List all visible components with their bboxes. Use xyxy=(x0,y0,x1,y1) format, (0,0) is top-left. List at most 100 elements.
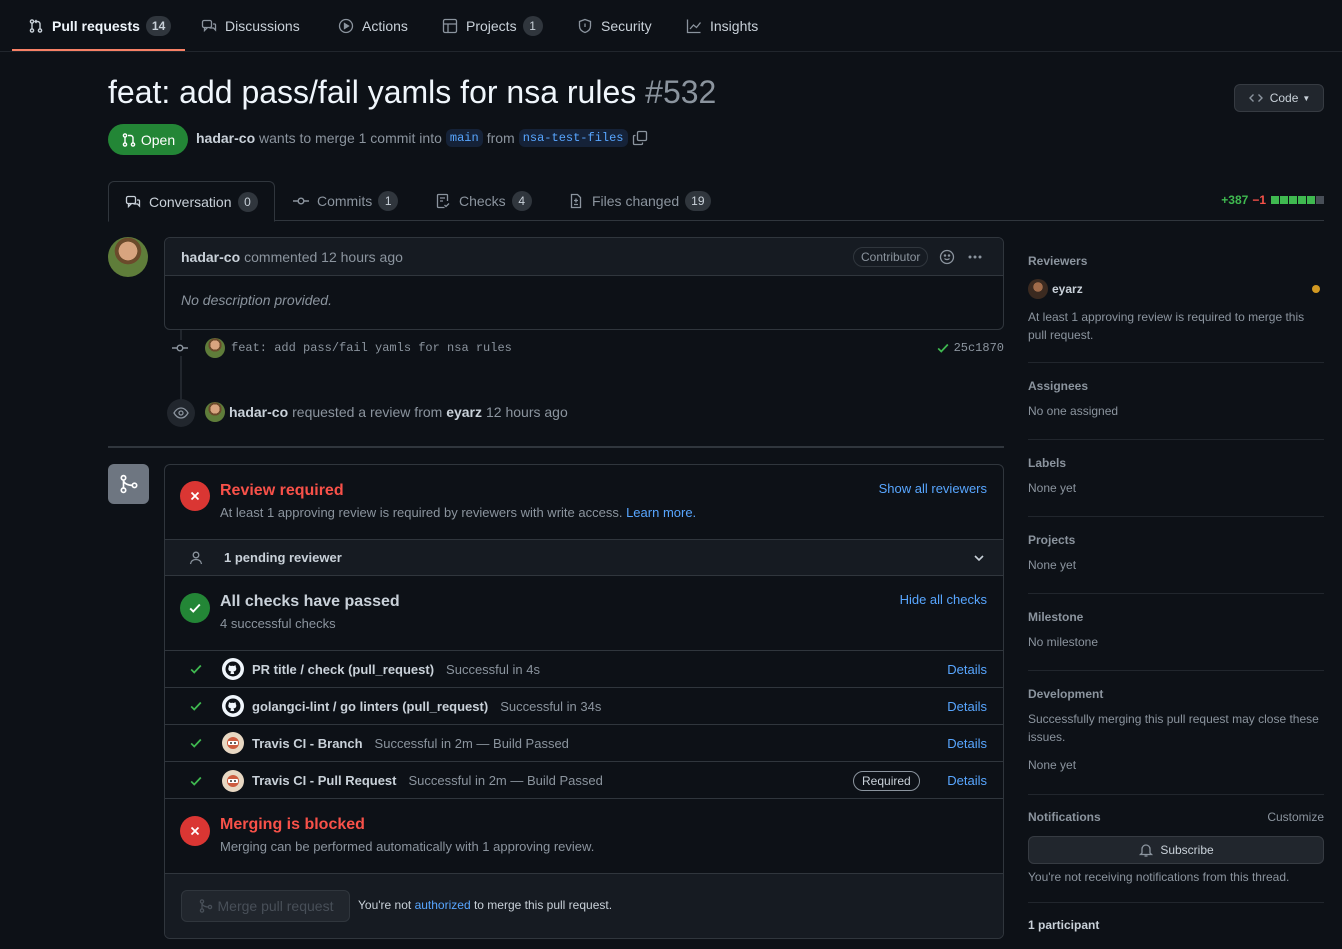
tab-count: 4 xyxy=(511,191,532,211)
copy-icon[interactable] xyxy=(632,130,648,146)
tab-checks[interactable]: Checks 4 xyxy=(435,181,532,221)
check-row: golangci-lint / go linters (pull_request… xyxy=(165,687,1003,724)
commit-sha[interactable]: 25c1870 xyxy=(954,341,1004,355)
avatar[interactable] xyxy=(205,338,225,358)
review-desc-text: At least 1 approving review is required … xyxy=(220,505,623,520)
sidebar-heading[interactable]: Milestone xyxy=(1028,610,1083,624)
pending-reviewer-label: 1 pending reviewer xyxy=(224,550,342,565)
subscribe-label: Subscribe xyxy=(1160,843,1214,857)
travis-icon xyxy=(222,732,244,754)
check-name: Travis CI - Pull Request xyxy=(252,773,397,788)
kebab-horizontal-icon[interactable] xyxy=(967,249,983,265)
event-actor[interactable]: hadar-co xyxy=(229,404,288,420)
avatar xyxy=(1028,279,1048,299)
show-all-reviewers-link[interactable]: Show all reviewers xyxy=(879,481,987,496)
check-row: Travis CI - Pull Request Successful in 2… xyxy=(165,761,1003,799)
details-link[interactable]: Details xyxy=(947,736,987,751)
merge-action-section: Merge pull request You're not authorized… xyxy=(165,874,1003,938)
comment-author[interactable]: hadar-co xyxy=(181,249,240,265)
code-label: Code xyxy=(1269,91,1299,105)
sidebar-heading[interactable]: Reviewers xyxy=(1028,254,1087,268)
commit-message[interactable]: feat: add pass/fail yamls for nsa rules xyxy=(231,341,512,355)
sidebar-development: Development Successfully merging this pu… xyxy=(1028,671,1324,795)
sidebar-assignees: Assignees No one assigned xyxy=(1028,363,1324,440)
repo-nav: Pull requests 14 Discussions Actions Pro… xyxy=(0,0,1342,52)
learn-more-link[interactable]: Learn more. xyxy=(626,505,696,520)
reviewer-name: eyarz xyxy=(1052,282,1083,296)
git-commit-icon xyxy=(293,193,309,209)
comment-time: commented 12 hours ago xyxy=(244,248,403,265)
x-icon xyxy=(180,816,210,846)
git-merge-icon xyxy=(198,898,214,914)
merge-pull-request-button[interactable]: Merge pull request xyxy=(181,890,350,922)
nav-insights[interactable]: Insights xyxy=(686,0,758,52)
code-button[interactable]: Code ▼ xyxy=(1234,84,1324,112)
check-desc: Successful in 2m — Build Passed xyxy=(374,735,569,751)
nav-label: Projects xyxy=(466,18,517,34)
sidebar-heading[interactable]: Assignees xyxy=(1028,379,1088,393)
graph-icon xyxy=(686,18,702,34)
sidebar-heading[interactable]: Projects xyxy=(1028,533,1075,547)
check-name: PR title / check (pull_request) xyxy=(252,661,435,677)
nav-count: 1 xyxy=(522,16,543,36)
check-icon xyxy=(189,736,203,750)
authorized-link[interactable]: authorized xyxy=(415,898,471,912)
merge-box: Review required At least 1 approving rev… xyxy=(164,464,1004,939)
travis-icon xyxy=(222,769,244,792)
pending-reviewer-row[interactable]: 1 pending reviewer xyxy=(165,540,1003,576)
sidebar-heading[interactable]: Development xyxy=(1028,687,1103,701)
details-link[interactable]: Details xyxy=(947,662,987,677)
required-badge: Required xyxy=(853,770,920,791)
sidebar-labels: Labels None yet xyxy=(1028,440,1324,517)
nav-label: Security xyxy=(601,18,652,34)
nav-projects[interactable]: Projects 1 xyxy=(442,0,543,52)
check-icon xyxy=(936,341,950,355)
pull-request-icon xyxy=(28,18,44,34)
code-icon xyxy=(1248,90,1264,106)
reviewer-item[interactable]: eyarz xyxy=(1028,279,1083,299)
github-icon xyxy=(222,695,244,717)
comment-discussion-icon xyxy=(201,18,217,34)
nav-pull-requests[interactable]: Pull requests 14 xyxy=(28,0,172,52)
details-link[interactable]: Details xyxy=(947,699,987,714)
author-link[interactable]: hadar-co xyxy=(196,130,255,146)
pr-title: feat: add pass/fail yamls for nsa rules xyxy=(108,74,637,110)
tab-label: Commits xyxy=(317,193,373,209)
head-branch[interactable]: nsa-test-files xyxy=(518,129,628,147)
nav-discussions[interactable]: Discussions xyxy=(201,0,300,52)
status-badge: Open xyxy=(108,124,188,155)
shield-icon xyxy=(577,18,593,34)
pr-tabs: Conversation 0 Commits 1 Checks 4 Files … xyxy=(108,181,1324,222)
hide-all-checks-link[interactable]: Hide all checks xyxy=(900,592,987,607)
chevron-down-icon xyxy=(971,550,987,566)
base-branch[interactable]: main xyxy=(445,129,483,147)
check-row: Travis CI - Branch Successful in 2m — Bu… xyxy=(165,724,1003,761)
commit-row: feat: add pass/fail yamls for nsa rules … xyxy=(164,337,1004,359)
tab-commits[interactable]: Commits 1 xyxy=(293,181,399,221)
avatar[interactable] xyxy=(108,237,148,277)
from-text: from xyxy=(486,130,515,146)
reviewers-note: At least 1 approving review is required … xyxy=(1028,310,1305,342)
merge-blocked-title: Merging is blocked xyxy=(220,816,365,833)
github-icon xyxy=(222,658,244,680)
page-title: feat: add pass/fail yamls for nsa rules … xyxy=(108,74,716,111)
tab-files-changed[interactable]: Files changed 19 xyxy=(568,181,711,221)
event-reviewer[interactable]: eyarz xyxy=(446,404,482,420)
nav-label: Actions xyxy=(362,18,408,34)
git-commit-icon xyxy=(172,340,188,356)
timeline-divider xyxy=(108,446,1004,448)
tab-conversation[interactable]: Conversation 0 xyxy=(108,181,275,222)
comment-body: No description provided. xyxy=(181,292,332,308)
sidebar-heading[interactable]: Labels xyxy=(1028,456,1066,470)
smiley-icon[interactable] xyxy=(939,249,955,265)
nav-actions[interactable]: Actions xyxy=(338,0,408,52)
file-diff-icon xyxy=(568,193,584,209)
details-link[interactable]: Details xyxy=(947,773,987,788)
subscribe-button[interactable]: Subscribe xyxy=(1028,836,1324,864)
customize-link[interactable]: Customize xyxy=(1267,808,1324,826)
avatar[interactable] xyxy=(205,402,225,422)
merge-button-label: Merge pull request xyxy=(217,898,334,914)
nav-security[interactable]: Security xyxy=(577,0,652,52)
bell-icon xyxy=(1138,842,1154,858)
notice-text-2: to merge this pull request. xyxy=(473,898,613,912)
